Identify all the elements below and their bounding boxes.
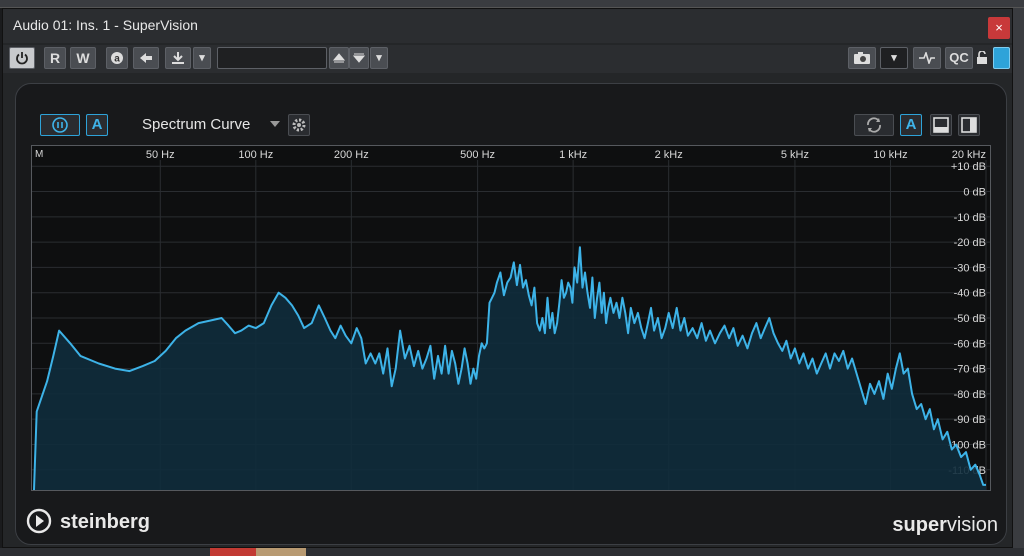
side-chain-dropdown[interactable]: ▾ [193, 47, 211, 69]
close-button[interactable]: × [988, 17, 1010, 39]
x-tick-label: 5 kHz [781, 149, 809, 161]
pause-icon [52, 117, 68, 133]
background-daw-bottom [0, 548, 1024, 556]
plugin-controls: A Spectrum Curve A [16, 84, 1006, 136]
y-tick-label: -90 dB [954, 414, 986, 426]
title-bar[interactable]: Audio 01: Ins. 1 - SuperVision × [3, 9, 1012, 43]
y-tick-label: -70 dB [954, 364, 986, 376]
y-tick-label: -80 dB [954, 389, 986, 401]
preset-field[interactable] [217, 47, 327, 69]
module-settings-button[interactable] [288, 114, 310, 136]
steinberg-logo: steinberg [26, 508, 150, 541]
write-automation-button[interactable]: W [70, 47, 96, 69]
x-tick-label: 500 Hz [460, 149, 495, 161]
arrow-up-icon [333, 53, 345, 63]
x-tick-label: 100 Hz [238, 149, 273, 161]
auto-scale-button[interactable]: A [900, 114, 922, 136]
copy-settings-button[interactable] [133, 47, 159, 69]
plugin-footer: steinberg supervision [16, 494, 1006, 544]
layout-bottom-icon [933, 117, 949, 133]
layout-bottom-button[interactable] [930, 114, 952, 136]
arrow-left-icon [140, 53, 152, 63]
ab-compare-icon: a [111, 52, 123, 65]
spectrum-fill [34, 247, 986, 490]
y-tick-label: +10 dB [951, 161, 986, 173]
module-name: Spectrum Curve [142, 116, 251, 133]
spectrum-plot: 50 Hz 100 Hz 200 Hz 500 Hz 1 kHz 2 kHz 5 kHz 10… [32, 149, 990, 490]
side-chain-button[interactable] [165, 47, 191, 69]
quick-controls-button[interactable]: QC [945, 47, 973, 69]
background-track-color-tan [256, 548, 306, 556]
y-tick-label: -40 dB [954, 288, 986, 300]
refresh-icon [867, 117, 881, 133]
reset-button[interactable] [854, 114, 894, 136]
auto-level-label: A [91, 116, 103, 133]
x-tick-label: 10 kHz [873, 149, 907, 161]
x-tick-label: 50 Hz [146, 149, 175, 161]
supervision-panel: A Spectrum Curve A 50 Hz 100 Hz 200 Hz 5… [15, 83, 1007, 545]
waveform-icon [919, 52, 935, 64]
layout-right-button[interactable] [958, 114, 980, 136]
power-button[interactable] [9, 47, 35, 69]
steinberg-logo-icon [26, 508, 52, 534]
preset-previous-button[interactable] [329, 47, 349, 69]
preset-next-button[interactable] [349, 47, 369, 69]
layout-right-icon [961, 117, 977, 133]
side-chain-icon [172, 52, 184, 64]
power-icon [16, 52, 28, 65]
plugin-toolbar: R W a ▾ ▾ ▾ QC [3, 45, 1012, 73]
camera-icon [854, 52, 870, 64]
x-tick-label: 20 kHz [952, 149, 986, 161]
plugin-window: Audio 01: Ins. 1 - SuperVision × R W a ▾… [2, 8, 1013, 548]
y-tick-label: 0 dB [963, 187, 986, 199]
activity-button[interactable] [913, 47, 941, 69]
snapshot-dropdown[interactable]: ▾ [880, 47, 908, 69]
lock-button[interactable] [974, 47, 990, 69]
auto-scale-label: A [905, 116, 917, 133]
chevron-down-icon [270, 121, 280, 127]
read-automation-button[interactable]: R [44, 47, 66, 69]
module-selector[interactable]: Spectrum Curve [112, 114, 282, 136]
pause-button[interactable] [40, 114, 80, 136]
arrow-down-icon [353, 53, 365, 63]
x-tick-label: 2 kHz [655, 149, 683, 161]
x-tick-label: 1 kHz [559, 149, 587, 161]
background-track-color-red [210, 548, 256, 556]
preset-dropdown[interactable]: ▾ [370, 47, 388, 69]
supervision-logo: supervision [892, 514, 998, 536]
meter-mode-label: M [35, 149, 43, 160]
y-tick-label: -20 dB [954, 237, 986, 249]
y-tick-label: -60 dB [954, 338, 986, 350]
y-tick-label: -50 dB [954, 313, 986, 325]
y-tick-label: -10 dB [954, 212, 986, 224]
window-title: Audio 01: Ins. 1 - SuperVision [13, 17, 198, 33]
auto-toggle[interactable] [993, 47, 1010, 69]
snapshot-button[interactable] [848, 47, 876, 69]
unlock-icon [977, 51, 987, 64]
steinberg-wordmark: steinberg [60, 511, 151, 533]
svg-text:a: a [114, 54, 120, 65]
x-tick-label: 200 Hz [334, 149, 369, 161]
background-daw-strip [0, 0, 1024, 8]
auto-level-button[interactable]: A [86, 114, 108, 136]
gear-icon [292, 118, 306, 132]
ab-compare-button[interactable]: a [106, 47, 128, 69]
y-tick-label: -30 dB [954, 262, 986, 274]
spectrum-chart[interactable]: 50 Hz 100 Hz 200 Hz 500 Hz 1 kHz 2 kHz 5 kHz 10… [31, 145, 991, 491]
